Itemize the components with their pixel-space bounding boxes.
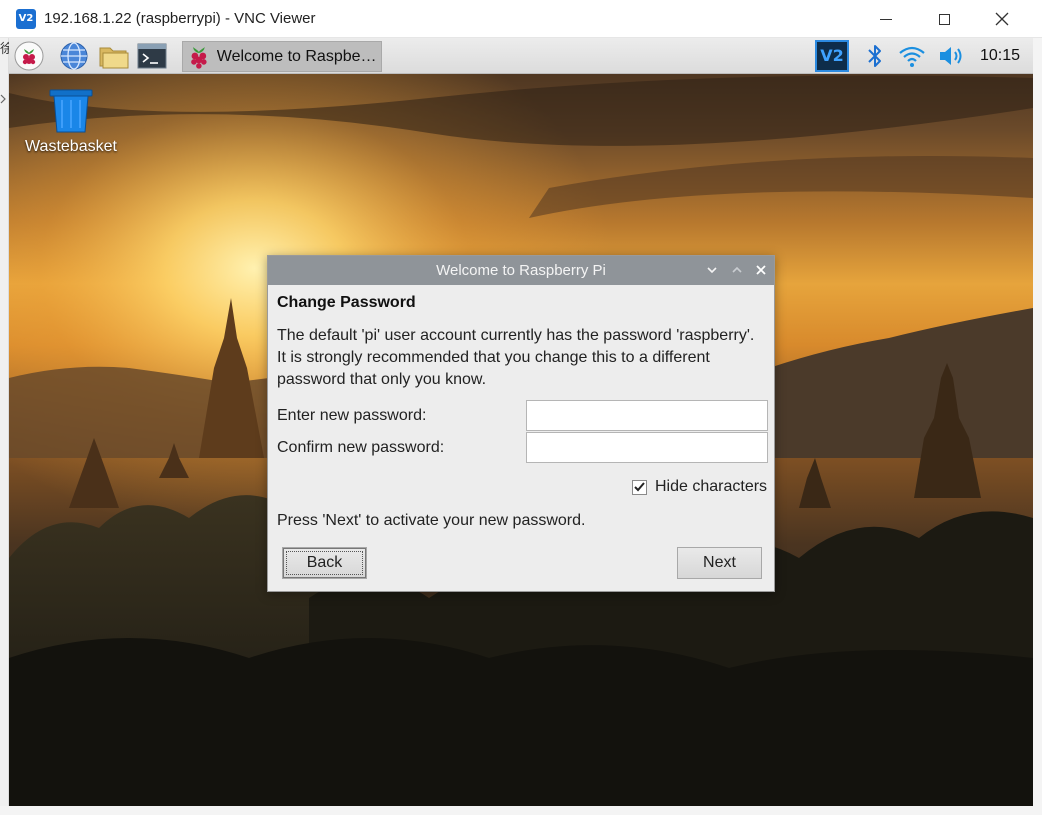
remote-desktop[interactable]: Welcome to Raspberr... V2 10:15 Wastebas… bbox=[9, 38, 1033, 806]
dialog-description: The default 'pi' user account currently … bbox=[277, 327, 755, 388]
desktop-icon-label: Wastebasket bbox=[25, 138, 117, 155]
minimize-icon bbox=[880, 18, 892, 20]
desktop-icon-wastebasket[interactable]: Wastebasket bbox=[19, 88, 123, 156]
background-window-edge: 徐 bbox=[0, 38, 13, 815]
volume-icon bbox=[940, 47, 962, 65]
maximize-button[interactable] bbox=[924, 4, 964, 34]
new-password-input[interactable] bbox=[526, 400, 768, 431]
bluetooth-tray-button[interactable] bbox=[861, 38, 889, 74]
applications-menu-button[interactable] bbox=[13, 41, 45, 71]
next-button[interactable]: Next bbox=[677, 547, 762, 579]
hide-characters-label: Hide characters bbox=[655, 478, 768, 495]
taskbar-task-label: Welcome to Raspberr... bbox=[216, 47, 381, 65]
next-button-label: Next bbox=[703, 554, 736, 571]
clock[interactable]: 10:15 bbox=[975, 38, 1025, 74]
volume-tray-button[interactable] bbox=[935, 38, 969, 74]
dialog-minimize-button[interactable] bbox=[703, 261, 721, 279]
new-password-label: Enter new password: bbox=[277, 407, 427, 424]
focus-ring bbox=[286, 551, 363, 575]
chevron-right-icon bbox=[0, 94, 6, 104]
raspberry-menu-icon bbox=[14, 41, 44, 71]
back-button[interactable]: Back bbox=[282, 547, 367, 579]
vnc-title-bar[interactable]: V2 192.168.1.22 (raspberrypi) - VNC View… bbox=[0, 0, 1042, 38]
chevron-down-icon bbox=[707, 267, 717, 274]
vnc-server-tray-button[interactable]: V2 bbox=[814, 38, 850, 74]
wifi-tray-button[interactable] bbox=[897, 38, 927, 74]
confirm-password-label: Confirm new password: bbox=[277, 439, 445, 456]
wastebasket-icon bbox=[49, 89, 93, 133]
dialog-close-button[interactable] bbox=[752, 261, 770, 279]
vnc-viewer-logo-icon: V2 bbox=[16, 9, 36, 29]
file-manager-launcher[interactable] bbox=[98, 41, 130, 71]
hide-characters-toggle[interactable]: Hide characters bbox=[632, 478, 767, 496]
file-manager-icon bbox=[99, 47, 129, 69]
web-browser-icon bbox=[60, 42, 88, 70]
close-window-button[interactable] bbox=[982, 4, 1022, 34]
minimize-button[interactable] bbox=[866, 4, 906, 34]
dialog-title: Welcome to Raspberry Pi bbox=[436, 262, 606, 279]
hide-characters-checkbox[interactable] bbox=[632, 479, 647, 495]
dialog-hint: Press 'Next' to activate your new passwo… bbox=[277, 512, 586, 529]
close-icon bbox=[756, 265, 766, 275]
chevron-up-icon bbox=[732, 266, 742, 273]
taskbar: Welcome to Raspberr... V2 10:15 bbox=[9, 38, 1033, 74]
viewer-right-margin bbox=[1033, 38, 1042, 815]
taskbar-task-welcome[interactable]: Welcome to Raspberr... bbox=[182, 41, 382, 72]
dialog-title-bar[interactable]: Welcome to Raspberry Pi bbox=[268, 256, 774, 285]
vnc-server-icon: V2 bbox=[815, 40, 849, 72]
change-password-dialog: Welcome to Raspberry Pi Change Password … bbox=[267, 255, 775, 592]
checkmark-icon bbox=[634, 482, 645, 492]
maximize-icon bbox=[938, 13, 950, 25]
web-browser-launcher[interactable] bbox=[58, 41, 90, 71]
confirm-password-input[interactable] bbox=[526, 432, 768, 463]
dialog-heading: Change Password bbox=[277, 294, 416, 311]
terminal-launcher[interactable] bbox=[136, 41, 168, 71]
viewer-bottom-margin bbox=[0, 806, 1042, 815]
wifi-icon bbox=[899, 46, 925, 67]
vnc-window-title: 192.168.1.22 (raspberrypi) - VNC Viewer bbox=[44, 10, 316, 27]
clock-time: 10:15 bbox=[979, 47, 1021, 64]
raspberry-icon bbox=[191, 46, 207, 69]
bluetooth-icon bbox=[868, 45, 881, 67]
close-icon bbox=[995, 12, 1009, 26]
terminal-icon bbox=[137, 43, 167, 69]
dialog-maximize-button[interactable] bbox=[728, 261, 746, 279]
